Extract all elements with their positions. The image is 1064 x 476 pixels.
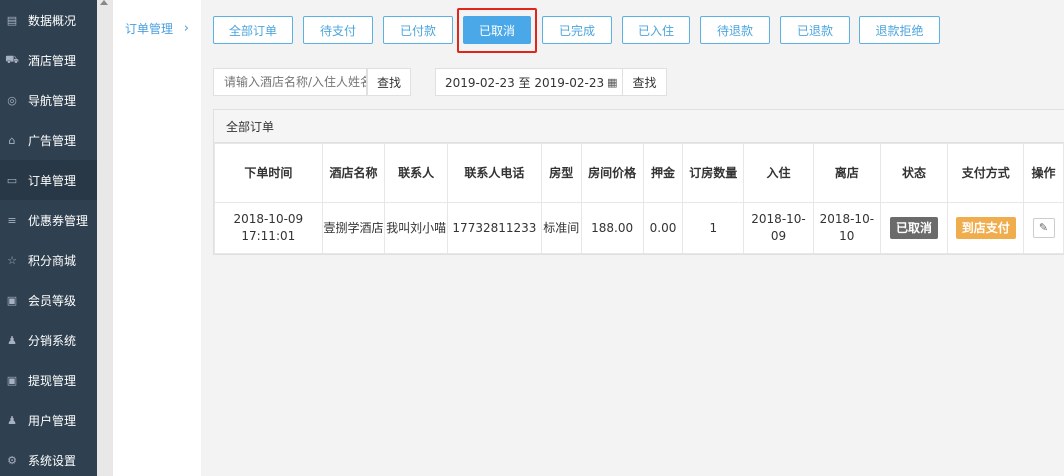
column-header: 酒店名称 [321, 143, 386, 203]
sidebar-item-label: 系统设置 [28, 453, 77, 468]
column-header: 下单时间 [214, 143, 323, 203]
tab-checked-in[interactable]: 已入住 [622, 16, 690, 44]
dashboard-icon: ▤ [6, 13, 18, 27]
tab-refunded[interactable]: 已退款 [780, 16, 850, 44]
column-header: 房间价格 [580, 143, 644, 203]
quantity-cell: 1 [682, 202, 745, 254]
checkin-cell: 2018-10-09 [743, 202, 814, 254]
sidebar-item-coupons[interactable]: ≡ 优惠券管理 [0, 200, 97, 240]
sidebar-item-label: 优惠券管理 [28, 213, 89, 228]
sidebar-item-member-levels[interactable]: ▣ 会员等级 [0, 280, 97, 320]
order-time-cell: 2018-10-09 17:11:01 [214, 202, 323, 254]
calendar-icon: ▦ [607, 75, 618, 89]
sidebar-scrollbar[interactable] [97, 0, 113, 476]
tab-pending-refund[interactable]: 待退款 [700, 16, 770, 44]
sidebar-item-points-mall[interactable]: ☆ 积分商城 [0, 240, 97, 280]
sidebar-item-users[interactable]: ♟ 用户管理 [0, 400, 97, 440]
date-find-button[interactable]: 查找 [622, 68, 667, 96]
cash-icon: ▣ [6, 373, 18, 387]
tab-paid[interactable]: 已付款 [383, 16, 453, 44]
date-range-input[interactable]: 2019-02-23 至 2019-02-23 ▦ [435, 68, 623, 96]
order-list-icon: ▭ [6, 173, 18, 187]
sidebar-item-distribution[interactable]: ♟ 分销系统 [0, 320, 97, 360]
payment-cell: 到店支付 [947, 202, 1025, 254]
room-type-cell: 标准间 [540, 202, 582, 254]
sidebar-item-navigation[interactable]: ◎ 导航管理 [0, 80, 97, 120]
payment-badge: 到店支付 [955, 217, 1016, 239]
sidebar-item-label: 酒店管理 [28, 53, 77, 68]
status-cell: 已取消 [879, 202, 949, 254]
sidebar-item-label: 积分商城 [28, 253, 77, 268]
subnav-item-orders[interactable]: 订单管理 › [113, 8, 201, 48]
phone-cell: 17732811233 [446, 202, 542, 254]
sidebar-item-hotels[interactable]: ⛟ 酒店管理 [0, 40, 97, 80]
sidebar-item-dashboard[interactable]: ▤ 数据概况 [0, 0, 97, 40]
column-header: 联系人 [384, 143, 448, 203]
user-icon: ♟ [7, 413, 17, 427]
main-content: 全部订单 待支付 已付款 已取消 已完成 已入住 待退款 已退款 退款拒绝 查找… [201, 0, 1064, 476]
sidebar-item-label: 广告管理 [28, 133, 77, 148]
users-icon: ♟ [7, 333, 17, 347]
date-range-value: 2019-02-23 至 2019-02-23 [445, 75, 605, 90]
checkout-cell: 2018-10-10 [812, 202, 881, 254]
column-header: 入住 [743, 143, 814, 203]
compass-icon: ◎ [7, 93, 17, 107]
tab-pending-payment[interactable]: 待支付 [303, 16, 373, 44]
status-badge: 已取消 [890, 217, 939, 239]
search-input[interactable] [213, 68, 367, 96]
column-header: 房型 [540, 143, 582, 203]
money-icon: ▣ [6, 293, 18, 307]
subnav-item-label: 订单管理 [125, 21, 174, 36]
tab-completed[interactable]: 已完成 [542, 16, 612, 44]
orders-table: 下单时间 酒店名称 联系人 联系人电话 房型 房间价格 押金 订房数量 入住 离… [214, 143, 1064, 254]
sidebar-item-withdrawals[interactable]: ▣ 提现管理 [0, 360, 97, 400]
chevron-right-icon: › [183, 20, 189, 36]
sidebar-item-label: 会员等级 [28, 293, 77, 308]
edit-pencil-icon[interactable]: ✎ [1032, 218, 1055, 238]
sidebar-item-label: 导航管理 [28, 93, 77, 108]
sidebar-item-label: 提现管理 [28, 373, 77, 388]
tab-cancelled[interactable]: 已取消 [463, 16, 531, 44]
menu-icon: ≡ [7, 213, 17, 227]
table-header-row: 下单时间 酒店名称 联系人 联系人电话 房型 房间价格 押金 订房数量 入住 离… [214, 143, 1064, 203]
column-header: 联系人电话 [446, 143, 542, 203]
sidebar: ▤ 数据概况 ⛟ 酒店管理 ◎ 导航管理 ⌂ 广告管理 ▭ 订单管理 ≡ 优惠券… [0, 0, 97, 476]
sidebar-item-label: 分销系统 [28, 333, 77, 348]
column-header: 离店 [812, 143, 881, 203]
gear-icon: ⚙ [7, 453, 17, 467]
sidebar-item-orders[interactable]: ▭ 订单管理 [0, 160, 97, 200]
search-find-button[interactable]: 查找 [367, 68, 411, 96]
table-row: 2018-10-09 17:11:01 壹捌学酒店 我叫刘小喵 17732811… [214, 202, 1064, 254]
action-cell: ✎ [1023, 202, 1064, 254]
column-header: 支付方式 [947, 143, 1025, 203]
deposit-cell: 0.00 [642, 202, 684, 254]
cart-icon: ⛟ [5, 52, 19, 66]
gift-icon: ⌂ [8, 133, 16, 147]
panel-title: 全部订单 [214, 110, 1064, 143]
orders-panel: 全部订单 下单时间 酒店名称 联系人 联系人电话 房型 房间价格 押金 订房数量… [213, 109, 1064, 255]
sidebar-item-label: 数据概况 [28, 13, 77, 28]
sidebar-item-label: 用户管理 [28, 413, 77, 428]
column-header: 押金 [642, 143, 684, 203]
tab-refund-rejected[interactable]: 退款拒绝 [859, 16, 940, 44]
sidebar-item-ads[interactable]: ⌂ 广告管理 [0, 120, 97, 160]
star-icon: ☆ [7, 253, 17, 267]
column-header: 订房数量 [682, 143, 745, 203]
price-cell: 188.00 [580, 202, 644, 254]
column-header: 状态 [879, 143, 949, 203]
sub-navigation: 订单管理 › [113, 0, 201, 476]
sidebar-item-label: 订单管理 [28, 173, 77, 188]
tab-all-orders[interactable]: 全部订单 [213, 16, 293, 44]
scroll-up-arrow-icon[interactable] [100, 0, 108, 5]
column-header: 操作 [1023, 143, 1064, 203]
sidebar-item-settings[interactable]: ⚙ 系统设置 [0, 440, 97, 476]
contact-cell: 我叫刘小喵 [384, 202, 448, 254]
hotel-name-cell: 壹捌学酒店 [321, 202, 386, 254]
